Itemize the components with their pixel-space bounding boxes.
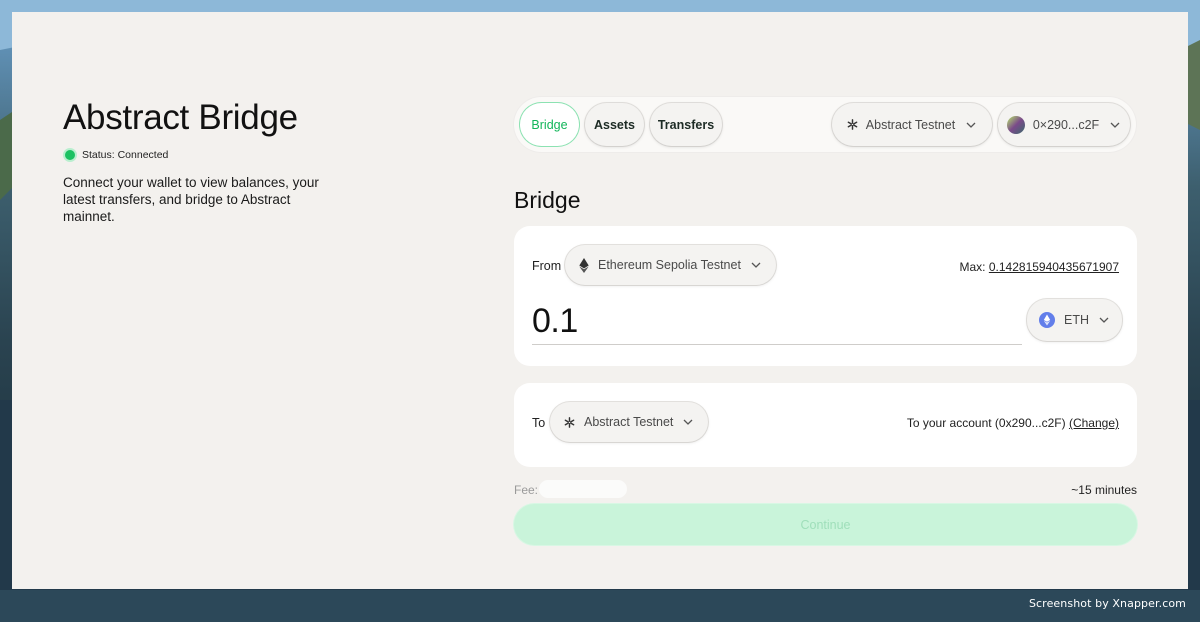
to-label: To bbox=[532, 416, 546, 430]
tab-assets[interactable]: Assets bbox=[585, 103, 644, 146]
chevron-down-icon bbox=[751, 262, 761, 268]
bridge-heading: Bridge bbox=[514, 187, 581, 213]
wallet-avatar-icon bbox=[1006, 115, 1025, 134]
tab-label: Assets bbox=[594, 117, 635, 132]
continue-button[interactable]: Continue bbox=[514, 504, 1137, 545]
tab-label: Transfers bbox=[657, 117, 715, 132]
intro-panel: Abstract Bridge Status: Connected Connec… bbox=[63, 98, 343, 225]
chevron-down-icon bbox=[683, 419, 693, 425]
tab-label: Bridge bbox=[531, 117, 568, 132]
connection-status: Status: Connected bbox=[63, 148, 343, 162]
fee-label: Fee: bbox=[514, 483, 539, 497]
tab-bridge[interactable]: Bridge bbox=[520, 103, 579, 146]
page-title: Abstract Bridge bbox=[63, 98, 298, 137]
abstract-logo-icon bbox=[847, 119, 858, 130]
chevron-down-icon bbox=[966, 122, 976, 128]
amount-input[interactable]: 0.1 bbox=[532, 302, 578, 341]
network-selector[interactable]: Abstract Testnet bbox=[832, 103, 992, 146]
network-label: Abstract Testnet bbox=[865, 117, 956, 132]
max-label: Max: bbox=[959, 260, 986, 274]
status-text: Status: Connected bbox=[82, 149, 169, 161]
to-card: To Abstract Testnet To your account (0x2… bbox=[514, 383, 1137, 467]
token-label: ETH bbox=[1064, 313, 1089, 327]
account-text: To your account (0x290...c2F) bbox=[906, 416, 1066, 430]
from-label: From bbox=[532, 259, 562, 273]
fee-row: Fee: ~15 minutes bbox=[514, 480, 1137, 500]
from-network-selector[interactable]: Ethereum Sepolia Testnet bbox=[565, 245, 776, 285]
top-nav-bar: Bridge Assets Transfers Abstract Testnet bbox=[514, 97, 1136, 152]
screenshot-credit: Screenshot by Xnapper.com bbox=[1028, 597, 1186, 610]
destination-account: To your account (0x290...c2F) (Change) bbox=[907, 416, 1119, 430]
max-value-link[interactable]: 0.142815940435671907 bbox=[989, 260, 1119, 274]
estimated-time: ~15 minutes bbox=[1071, 483, 1137, 497]
wallet-selector[interactable]: 0×290...c2F bbox=[998, 103, 1130, 146]
from-card: From Ethereum Sepolia Testnet Max: 0.142… bbox=[514, 226, 1137, 366]
app-window: Abstract Bridge Status: Connected Connec… bbox=[12, 12, 1188, 589]
wallet-address: 0×290...c2F bbox=[1032, 117, 1100, 132]
fee-loading-placeholder bbox=[539, 480, 627, 498]
change-account-link[interactable]: (Change) bbox=[1069, 416, 1119, 430]
status-dot-icon bbox=[63, 148, 77, 162]
to-network-selector[interactable]: Abstract Testnet bbox=[550, 402, 709, 442]
abstract-logo-icon bbox=[564, 416, 575, 428]
amount-underline bbox=[532, 344, 1022, 345]
eth-token-icon bbox=[1039, 312, 1055, 328]
max-balance: Max: 0.142815940435671907 bbox=[960, 260, 1120, 274]
from-network-label: Ethereum Sepolia Testnet bbox=[598, 258, 741, 272]
token-selector[interactable]: ETH bbox=[1027, 299, 1122, 341]
tab-transfers[interactable]: Transfers bbox=[650, 103, 722, 146]
ethereum-icon bbox=[579, 257, 589, 273]
to-network-label: Abstract Testnet bbox=[584, 415, 674, 429]
chevron-down-icon bbox=[1099, 317, 1109, 323]
chevron-down-icon bbox=[1110, 122, 1120, 128]
intro-description: Connect your wallet to view balances, yo… bbox=[63, 175, 319, 224]
